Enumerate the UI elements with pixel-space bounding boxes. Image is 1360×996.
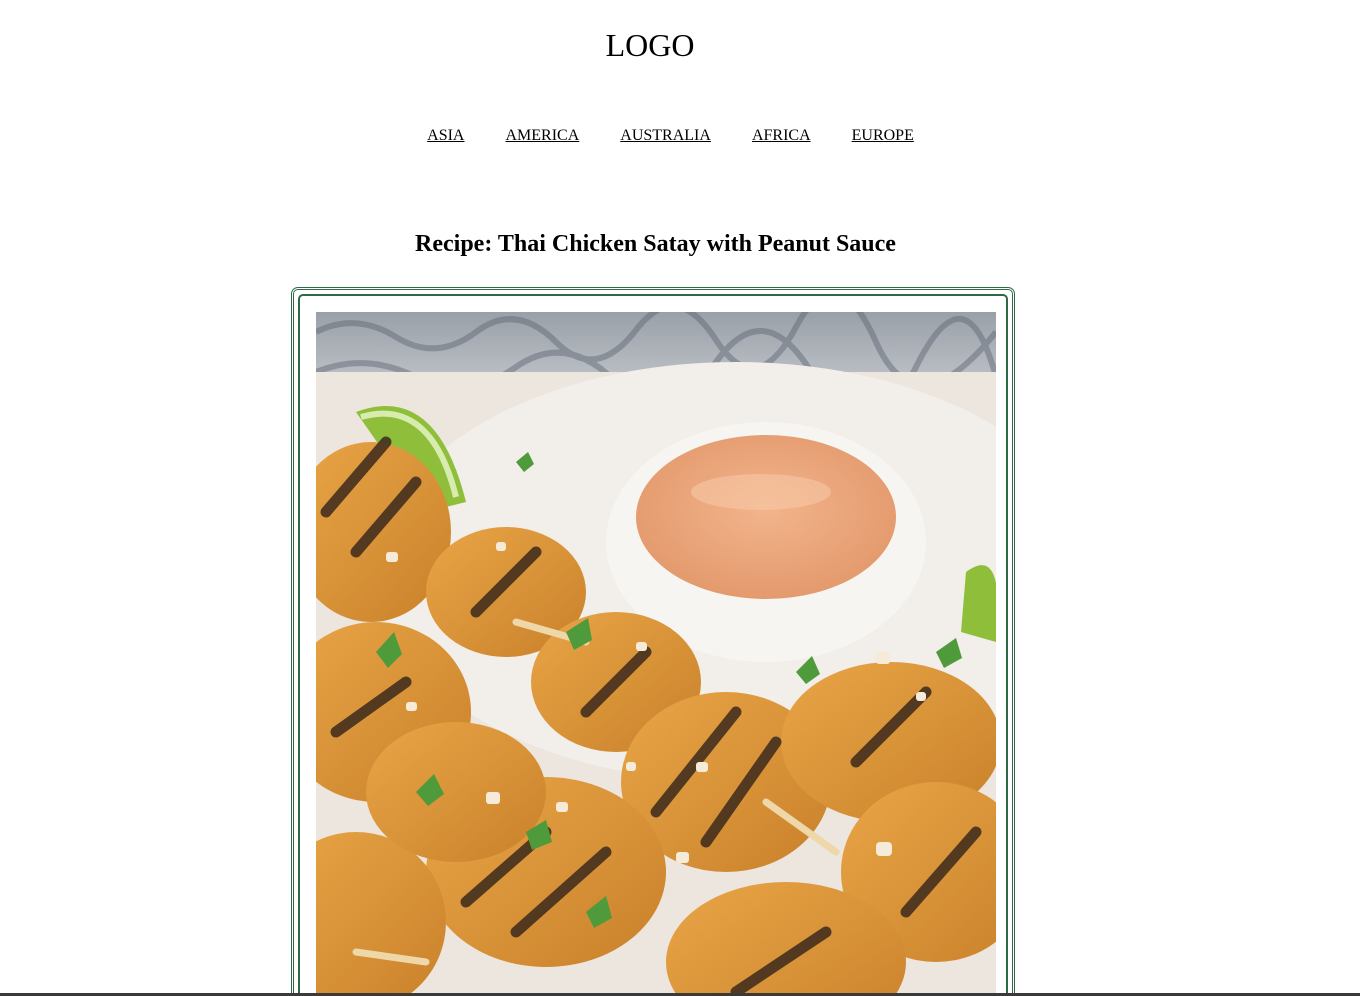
recipe-title: Recipe: Thai Chicken Satay with Peanut S… — [415, 231, 896, 257]
nav-link-australia[interactable]: AUSTRALIA — [620, 126, 711, 146]
nav-link-america[interactable]: AMERICA — [505, 126, 579, 146]
nav-link-europe[interactable]: EUROPE — [852, 126, 914, 146]
site-logo[interactable]: LOGO — [0, 26, 1300, 64]
satay-image — [316, 312, 996, 996]
recipe-photo — [316, 312, 996, 996]
nav-link-asia[interactable]: ASIA — [427, 126, 464, 146]
page: LOGO ASIA AMERICA AUSTRALIA AFRICA EUROP… — [0, 0, 1360, 996]
nav-link-africa[interactable]: AFRICA — [752, 126, 811, 146]
region-nav: ASIA AMERICA AUSTRALIA AFRICA EUROPE — [0, 126, 1341, 146]
